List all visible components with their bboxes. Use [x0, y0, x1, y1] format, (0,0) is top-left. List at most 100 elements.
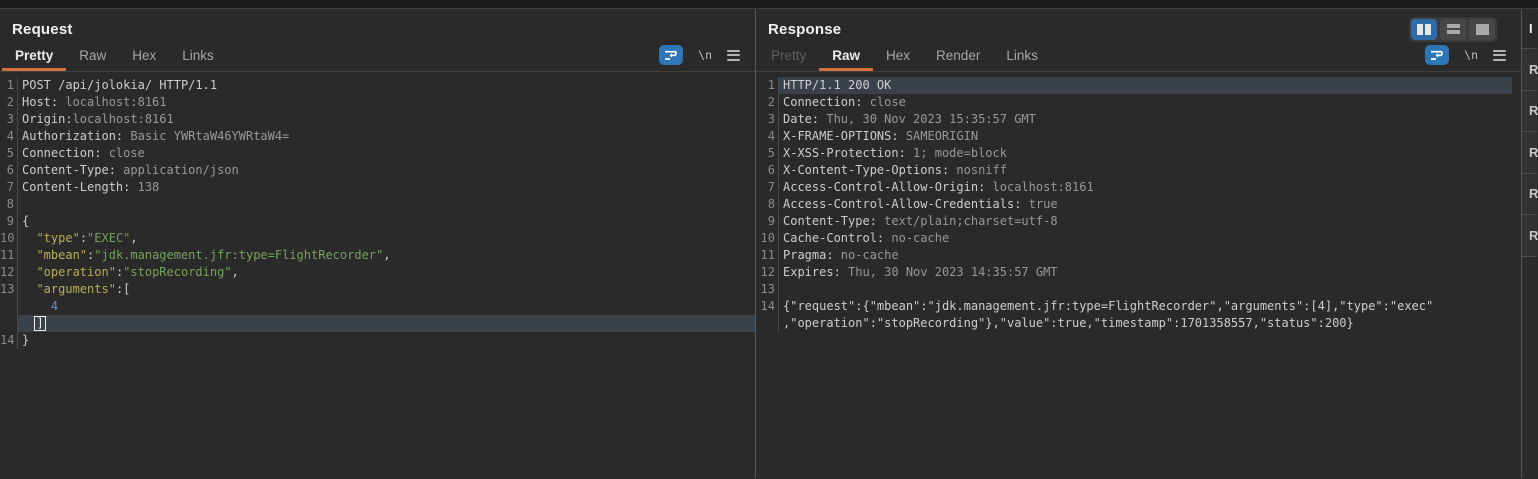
line-number: 13 [0, 281, 18, 298]
code-text[interactable]: } [18, 332, 755, 349]
code-line: 8Access-Control-Allow-Credentials: true [756, 196, 1512, 213]
inspector-strip: I RRRRR [1521, 9, 1537, 478]
line-number: 5 [0, 145, 18, 162]
inspector-title: I [1522, 9, 1537, 48]
code-text[interactable]: X-FRAME-OPTIONS: SAMEORIGIN [779, 128, 1512, 145]
code-text[interactable]: Access-Control-Allow-Origin: localhost:8… [779, 179, 1512, 196]
code-text[interactable]: HTTP/1.1 200 OK [779, 77, 1512, 94]
code-text[interactable]: POST /api/jolokia/ HTTP/1.1 [18, 77, 755, 94]
inspector-section-header[interactable]: R [1522, 214, 1537, 256]
tab-pretty[interactable]: Pretty [2, 43, 66, 71]
columns-layout-button[interactable] [1411, 19, 1437, 40]
line-number: 10 [0, 230, 18, 247]
line-number: 13 [756, 281, 779, 298]
tab-hex[interactable]: Hex [119, 43, 169, 71]
code-text[interactable]: Host: localhost:8161 [18, 94, 755, 111]
code-line: 11Pragma: no-cache [756, 247, 1512, 264]
code-line: 10 "type":"EXEC", [0, 230, 755, 247]
editor-menu-icon[interactable] [1493, 50, 1506, 61]
code-text[interactable]: Connection: close [779, 94, 1512, 111]
line-number: 8 [756, 196, 779, 213]
tab-links[interactable]: Links [169, 43, 227, 71]
tab-render[interactable]: Render [923, 43, 993, 71]
newline-toggle-icon[interactable]: \n [1464, 48, 1478, 62]
soft-wrap-toggle-icon[interactable] [659, 45, 683, 65]
code-text[interactable]: Pragma: no-cache [779, 247, 1512, 264]
code-line: 7Access-Control-Allow-Origin: localhost:… [756, 179, 1512, 196]
code-text[interactable]: X-Content-Type-Options: nosniff [779, 162, 1512, 179]
code-line: 4X-FRAME-OPTIONS: SAMEORIGIN [756, 128, 1512, 145]
request-editor[interactable]: 1POST /api/jolokia/ HTTP/1.12Host: local… [0, 72, 755, 478]
code-text[interactable]: Date: Thu, 30 Nov 2023 15:35:57 GMT [779, 111, 1512, 128]
tab-hex[interactable]: Hex [873, 43, 923, 71]
code-line: 12 "operation":"stopRecording", [0, 264, 755, 281]
tab-pretty[interactable]: Pretty [758, 43, 819, 71]
code-text[interactable]: {"request":{"mbean":"jdk.management.jfr:… [779, 298, 1512, 315]
line-number: 1 [756, 77, 779, 94]
single-layout-button[interactable] [1469, 19, 1495, 40]
line-number: 10 [756, 230, 779, 247]
code-line: 1HTTP/1.1 200 OK [756, 77, 1512, 94]
code-text[interactable]: "operation":"stopRecording", [18, 264, 755, 281]
code-line: 13 [756, 281, 1512, 298]
response-editor-toolbar: \n [1425, 43, 1521, 71]
code-text[interactable]: "arguments":[ [18, 281, 755, 298]
inspector-section-header[interactable]: R [1522, 173, 1537, 215]
line-number: 11 [756, 247, 779, 264]
line-number: 12 [0, 264, 18, 281]
code-text[interactable]: Origin:localhost:8161 [18, 111, 755, 128]
soft-wrap-toggle-icon[interactable] [1425, 45, 1449, 65]
line-number [0, 315, 18, 332]
code-line: 3Date: Thu, 30 Nov 2023 15:35:57 GMT [756, 111, 1512, 128]
code-text[interactable]: { [18, 213, 755, 230]
inspector-section-header[interactable]: R [1522, 90, 1537, 132]
code-text[interactable]: 4 [18, 298, 755, 315]
line-number: 2 [0, 94, 18, 111]
newline-toggle-icon[interactable]: \n [698, 48, 712, 62]
burp-repeater-view: Request PrettyRawHexLinks \n [0, 0, 1538, 479]
code-text[interactable] [779, 281, 1512, 298]
line-number: 6 [0, 162, 18, 179]
editor-menu-icon[interactable] [727, 50, 740, 61]
code-text[interactable]: X-XSS-Protection: 1; mode=block [779, 145, 1512, 162]
line-number: 4 [0, 128, 18, 145]
tab-links[interactable]: Links [993, 43, 1051, 71]
code-line: 9{ [0, 213, 755, 230]
code-line: ] [0, 315, 755, 332]
response-panel-title: Response [768, 21, 841, 38]
stacked-layout-button[interactable] [1440, 19, 1466, 40]
line-number: 9 [756, 213, 779, 230]
code-text[interactable]: Authorization: Basic YWRtaW46YWRtaW4= [18, 128, 755, 145]
code-text[interactable]: ,"operation":"stopRecording"},"value":tr… [779, 315, 1512, 332]
request-editor-toolbar: \n [659, 43, 755, 71]
inspector-section-header[interactable]: R [1522, 131, 1537, 173]
code-text[interactable]: Access-Control-Allow-Credentials: true [779, 196, 1512, 213]
code-text[interactable]: Connection: close [18, 145, 755, 162]
code-text[interactable] [18, 196, 755, 213]
code-text[interactable]: "type":"EXEC", [18, 230, 755, 247]
code-line: 2Connection: close [756, 94, 1512, 111]
code-text[interactable]: "mbean":"jdk.management.jfr:type=FlightR… [18, 247, 755, 264]
line-number: 6 [756, 162, 779, 179]
line-number: 3 [756, 111, 779, 128]
code-text[interactable]: ] [18, 315, 755, 332]
code-line: 13 "arguments":[ [0, 281, 755, 298]
response-editor[interactable]: 1HTTP/1.1 200 OK2Connection: close3Date:… [756, 72, 1512, 478]
code-text[interactable]: Cache-Control: no-cache [779, 230, 1512, 247]
line-number: 2 [756, 94, 779, 111]
code-line: 1POST /api/jolokia/ HTTP/1.1 [0, 77, 755, 94]
code-text[interactable]: Content-Length: 138 [18, 179, 755, 196]
tab-raw[interactable]: Raw [819, 43, 873, 71]
code-text[interactable]: Expires: Thu, 30 Nov 2023 14:35:57 GMT [779, 264, 1512, 281]
tab-raw[interactable]: Raw [66, 43, 119, 71]
inspector-section-header[interactable]: R [1522, 48, 1537, 90]
code-line: ,"operation":"stopRecording"},"value":tr… [756, 315, 1512, 332]
request-panel-title: Request [12, 21, 73, 38]
code-line: 8 [0, 196, 755, 213]
code-text[interactable]: Content-Type: application/json [18, 162, 755, 179]
request-panel: Request PrettyRawHexLinks \n [0, 9, 755, 478]
code-text[interactable]: Content-Type: text/plain;charset=utf-8 [779, 213, 1512, 230]
line-number [756, 315, 779, 332]
response-tabs: PrettyRawHexRenderLinks \n [756, 43, 1521, 72]
line-number: 14 [756, 298, 779, 315]
